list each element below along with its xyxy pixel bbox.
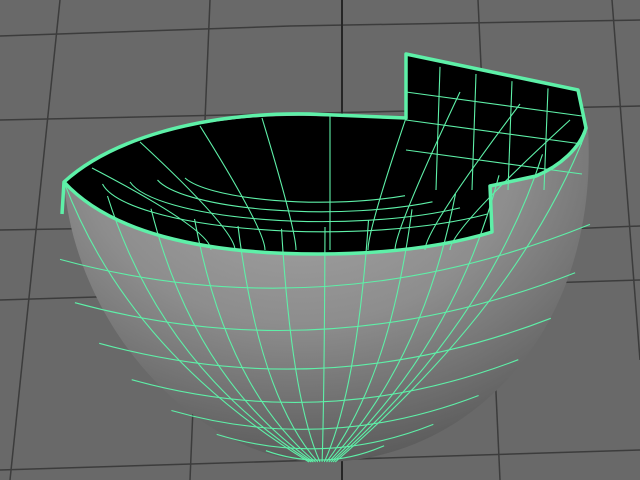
3d-viewport[interactable] [0,0,640,480]
viewport-scene[interactable] [0,0,640,480]
